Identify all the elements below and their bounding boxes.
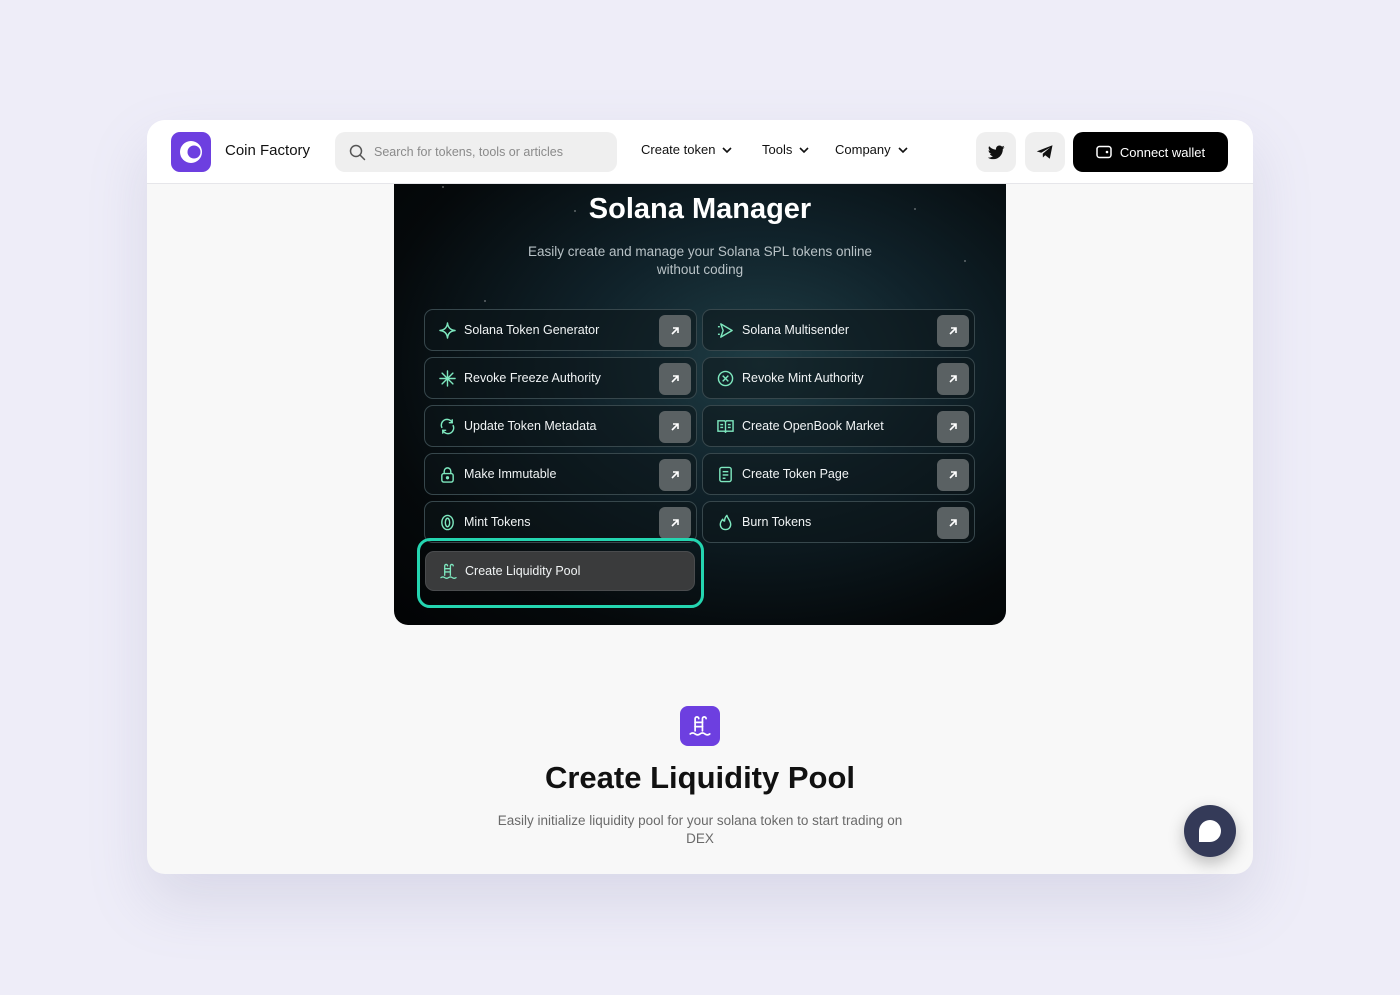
flame-icon (716, 513, 734, 531)
arrow-up-right-icon[interactable] (659, 363, 691, 395)
tool-solana-token-generator[interactable]: Solana Token Generator (424, 309, 697, 351)
tool-make-immutable[interactable]: Make Immutable (424, 453, 697, 495)
tool-mint-tokens[interactable]: Mint Tokens (424, 501, 697, 543)
connect-wallet-button[interactable]: Connect wallet (1073, 132, 1228, 172)
search-bar[interactable] (335, 132, 617, 172)
x-circle-icon (716, 369, 734, 387)
nav-create-token-label: Create token (641, 142, 716, 157)
telegram-icon (1036, 145, 1053, 159)
decor-star (442, 186, 444, 188)
tool-label: Make Immutable (464, 467, 557, 481)
twitter-button[interactable] (976, 132, 1016, 172)
arrow-up-right-icon[interactable] (937, 411, 969, 443)
page-icon (716, 465, 734, 483)
pool-feature-icon (680, 706, 720, 746)
wallet-icon (1096, 145, 1112, 159)
arrow-up-right-icon[interactable] (659, 507, 691, 539)
chevron-down-icon (898, 146, 908, 153)
snowflake-icon (438, 369, 456, 387)
tool-revoke-mint-authority[interactable]: Revoke Mint Authority (702, 357, 975, 399)
coin-icon (438, 513, 456, 531)
feature-title: Create Liquidity Pool (544, 760, 856, 795)
sparkle-icon (438, 321, 456, 339)
tool-update-token-metadata[interactable]: Update Token Metadata (424, 405, 697, 447)
nav-company-label: Company (835, 142, 891, 157)
tool-label: Mint Tokens (464, 515, 531, 529)
connect-wallet-label: Connect wallet (1119, 144, 1206, 160)
app-window: Coin Factory Create token Tools Company (147, 120, 1253, 874)
chat-button[interactable] (1184, 805, 1236, 857)
telegram-button[interactable] (1025, 132, 1065, 172)
chevron-down-icon (799, 146, 809, 153)
tool-label: Create OpenBook Market (742, 419, 884, 433)
solana-manager-panel: Solana Manager Easily create and manage … (394, 150, 1006, 625)
tool-label: Create Token Page (742, 467, 849, 481)
arrow-up-right-icon[interactable] (659, 315, 691, 347)
tool-label: Revoke Freeze Authority (464, 371, 601, 385)
selection-highlight (417, 538, 704, 608)
tool-label: Solana Token Generator (464, 323, 600, 337)
tool-label: Revoke Mint Authority (742, 371, 864, 385)
book-icon (716, 417, 734, 435)
decor-star (964, 260, 966, 262)
arrow-up-right-icon[interactable] (659, 411, 691, 443)
search-input[interactable] (374, 145, 594, 159)
tool-label: Update Token Metadata (464, 419, 597, 433)
arrow-up-right-icon[interactable] (937, 507, 969, 539)
top-navbar: Coin Factory Create token Tools Company (147, 120, 1253, 184)
panel-subtitle: Easily create and manage your Solana SPL… (528, 244, 872, 277)
decor-star (484, 300, 486, 302)
nav-tools[interactable]: Tools (762, 142, 810, 157)
twitter-icon (987, 144, 1005, 159)
refresh-icon (438, 417, 456, 435)
tool-solana-multisender[interactable]: Solana Multisender (702, 309, 975, 351)
tool-create-openbook-market[interactable]: Create OpenBook Market (702, 405, 975, 447)
coin-factory-logo[interactable] (171, 132, 211, 172)
send-icon (716, 321, 734, 339)
tool-create-token-page[interactable]: Create Token Page (702, 453, 975, 495)
tool-label: Burn Tokens (742, 515, 812, 529)
nav-company[interactable]: Company (835, 142, 909, 157)
brand-name[interactable]: Coin Factory (225, 142, 310, 159)
arrow-up-right-icon[interactable] (937, 315, 969, 347)
tool-label: Solana Multisender (742, 323, 850, 337)
chat-bubble-icon (1199, 820, 1221, 842)
arrow-up-right-icon[interactable] (659, 459, 691, 491)
arrow-up-right-icon[interactable] (937, 459, 969, 491)
arrow-up-right-icon[interactable] (937, 363, 969, 395)
nav-create-token[interactable]: Create token (641, 142, 733, 157)
tool-revoke-freeze-authority[interactable]: Revoke Freeze Authority (424, 357, 697, 399)
search-icon (349, 144, 366, 160)
chevron-down-icon (722, 146, 733, 153)
nav-tools-label: Tools (762, 142, 793, 157)
lock-icon (438, 465, 456, 483)
tool-burn-tokens[interactable]: Burn Tokens (702, 501, 975, 543)
panel-title: Solana Manager (588, 193, 812, 225)
feature-description: Easily initialize liquidity pool for you… (497, 813, 903, 846)
logo-c-icon (180, 141, 202, 163)
